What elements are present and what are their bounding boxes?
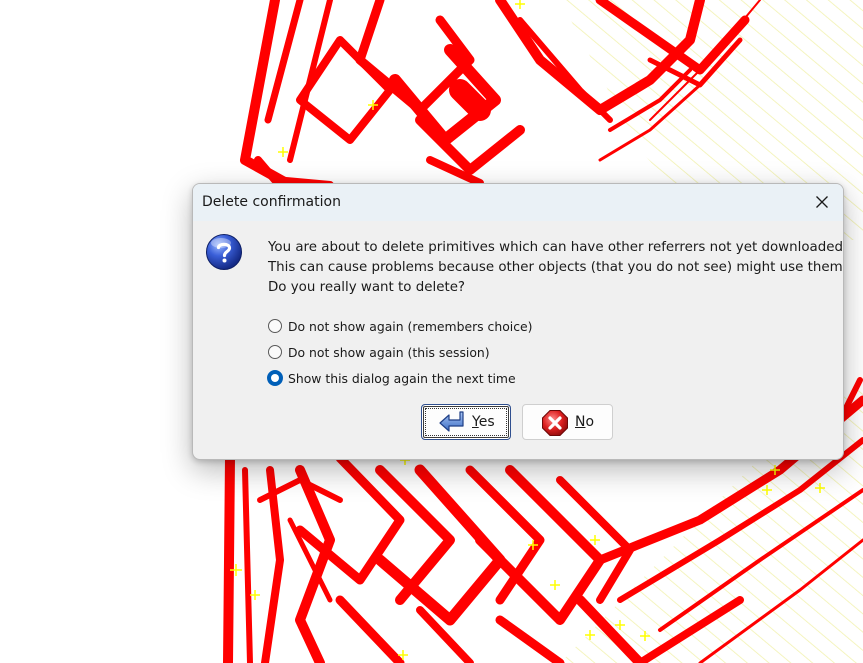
message-line: This can cause problems because other ob… [268, 260, 844, 275]
option-this-session[interactable]: Do not show again (this session) [268, 342, 490, 362]
option-label: Show this dialog again the next time [288, 370, 516, 386]
no-label: No [575, 414, 594, 430]
close-button[interactable] [807, 188, 837, 216]
yes-label: Yes [472, 414, 495, 430]
no-cancel-icon [542, 410, 568, 436]
dialog-message: You are about to delete primitives which… [268, 238, 844, 298]
message-line: Do you really want to delete? [268, 280, 466, 295]
radio-button[interactable] [268, 345, 282, 359]
option-label: Do not show again (remembers choice) [288, 318, 533, 334]
yes-button[interactable]: Yes [421, 404, 511, 440]
delete-confirmation-dialog: Delete confirmation You are about to del… [192, 183, 844, 460]
option-show-again[interactable]: Show this dialog again the next time [267, 368, 516, 388]
no-label-rest: o [585, 414, 595, 430]
message-line: You are about to delete primitives which… [268, 240, 844, 255]
radio-button-checked[interactable] [267, 370, 283, 386]
yes-label-rest: es [478, 414, 495, 430]
yes-mnemonic: Y [472, 414, 479, 430]
yes-arrow-icon [439, 411, 464, 432]
close-icon [816, 196, 828, 208]
question-icon [206, 234, 242, 270]
option-label: Do not show again (this session) [288, 344, 490, 360]
no-button[interactable]: No [522, 404, 613, 440]
dialog-title: Delete confirmation [202, 194, 341, 210]
option-remember-choice[interactable]: Do not show again (remembers choice) [268, 316, 533, 336]
radio-button[interactable] [268, 319, 282, 333]
dialog-titlebar[interactable]: Delete confirmation [193, 184, 843, 221]
no-mnemonic: N [575, 414, 586, 430]
